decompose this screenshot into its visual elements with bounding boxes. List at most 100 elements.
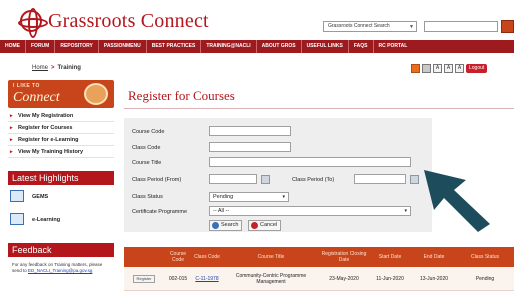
table-row: Register 002-015 C-11-1978 Community-Cen… [124, 267, 514, 291]
start-date-cell: 11-Jun-2020 [376, 275, 404, 282]
nav-item-faqs[interactable]: FAQS [349, 40, 374, 53]
calendar-icon[interactable] [261, 175, 270, 184]
breadcrumb-home-link[interactable]: Home [32, 65, 48, 71]
search-form-button-label: Search [221, 222, 239, 228]
breadcrumb: Home > Training [32, 65, 81, 71]
register-cell: Register [124, 267, 164, 290]
banner-illustration [84, 83, 108, 105]
site-logo-text[interactable]: Grassroots Connect [48, 10, 209, 33]
latest-highlights-heading: Latest Highlights [8, 171, 114, 185]
nav-item-about-gros[interactable]: ABOUT GROS [257, 40, 302, 53]
highlight-elearning-label: e-Learning [32, 217, 61, 223]
chevron-down-icon: ▼ [409, 24, 414, 30]
sidebar-menu: View My Registration Register for Course… [8, 110, 114, 158]
class-status-cell: Pending [475, 275, 495, 282]
class-code-input[interactable] [209, 142, 291, 152]
course-code-cell: 002-015 [168, 275, 188, 282]
sidebar-item-register-elearning[interactable]: Register for e-Learning [8, 134, 114, 146]
search-button[interactable] [501, 20, 514, 33]
column-header-course-title: Course Title [257, 254, 285, 260]
column-header-start-date: Start Date [378, 254, 402, 260]
nav-item-rc-portal[interactable]: RC PORTAL [374, 40, 413, 53]
course-title-label: Course Title [132, 160, 162, 166]
sidebar-item-view-registration[interactable]: View My Registration [8, 110, 114, 122]
cert-programme-select[interactable]: -- All -- ▾ [209, 206, 411, 216]
nav-item-repository[interactable]: REPOSITORY [55, 40, 99, 53]
class-period-from-label: Class Period (From) [132, 177, 182, 183]
class-code-link[interactable]: C-11-1978 [192, 267, 222, 290]
table-header-row: Course Code Class Code Course Title Regi… [124, 247, 514, 267]
logo-icon [18, 8, 48, 38]
search-scope-value: Grassroots Connect Search [328, 23, 390, 29]
connect-banner[interactable]: I LIKE TO Connect [8, 80, 114, 108]
title-divider [124, 108, 514, 109]
page: Grassroots Connect Grassroots Connect Se… [0, 0, 514, 291]
class-code-label: Class Code [132, 145, 161, 151]
banner-title: Connect [13, 90, 60, 105]
banner-tagline: I LIKE TO [13, 83, 40, 89]
pointer-arrow-shape [424, 170, 490, 232]
course-code-label: Course Code [132, 129, 165, 135]
page-tools: A A A Logout [411, 64, 488, 73]
class-period-to-label: Class Period (To) [292, 177, 335, 183]
column-header-end-date: End Date [423, 254, 445, 260]
column-header-action [124, 247, 164, 267]
class-status-label: Class Status [132, 194, 163, 200]
cert-programme-value: -- All -- [213, 208, 230, 214]
magnifier-icon [212, 222, 219, 229]
font-medium-button[interactable]: A [444, 64, 453, 73]
font-small-button[interactable]: A [433, 64, 442, 73]
highlight-gems-label: GEMS [32, 194, 49, 200]
breadcrumb-separator: > [51, 65, 55, 71]
main-nav: HOME FORUM REPOSITORY PASSIONMENU BEST P… [0, 40, 514, 53]
gems-icon [10, 190, 24, 202]
chevron-down-icon: ▾ [404, 208, 407, 214]
cert-programme-label: Certificate Programme [132, 209, 188, 215]
rss-icon[interactable] [411, 64, 420, 73]
sidebar-item-register-courses[interactable]: Register for Courses [8, 122, 114, 134]
highlight-elearning[interactable]: e-Learning [10, 213, 110, 227]
feedback-text: For any feedback on Training matters, pl… [12, 262, 112, 274]
class-period-from-input[interactable] [209, 174, 257, 184]
column-header-closing-date: Registration Closing Date [321, 251, 367, 263]
chevron-down-icon: ▾ [282, 194, 285, 200]
column-header-course-code: Course Code [169, 251, 187, 263]
register-button[interactable]: Register [132, 274, 156, 283]
column-header-class-code: Class Code [194, 254, 220, 260]
course-title-cell: Community-Centric Programme Management [235, 272, 307, 285]
nav-item-forum[interactable]: FORUM [26, 40, 56, 53]
cancel-button-label: Cancel [260, 222, 278, 228]
course-title-input[interactable] [209, 157, 411, 167]
courses-table: Course Code Class Code Course Title Regi… [124, 247, 514, 291]
print-icon[interactable] [422, 64, 431, 73]
page-title: Register for Courses [128, 88, 235, 103]
closing-date-cell: 23-May-2020 [329, 275, 359, 282]
elearning-icon [10, 213, 24, 225]
search-scope-select[interactable]: Grassroots Connect Search ▼ [323, 21, 417, 32]
sidebar-item-training-history[interactable]: View My Training History [8, 146, 114, 158]
nav-item-best-practices[interactable]: BEST PRACTICES [147, 40, 202, 53]
search-input[interactable] [424, 21, 498, 32]
cancel-button[interactable]: Cancel [248, 220, 282, 231]
column-header-class-status: Class Status [470, 254, 500, 260]
nav-item-useful-links[interactable]: USEFUL LINKS [302, 40, 349, 53]
course-search-form: Course Code Class Code Course Title Clas… [124, 118, 432, 232]
nav-item-training[interactable]: TRAINING@NACLI [201, 40, 257, 53]
pointer-arrow-icon [424, 170, 490, 232]
nav-item-home[interactable]: HOME [0, 40, 26, 53]
site-header: Grassroots Connect Grassroots Connect Se… [0, 0, 514, 40]
nav-item-passionmenu[interactable]: PASSIONMENU [99, 40, 147, 53]
class-status-select[interactable]: Pending ▾ [209, 192, 289, 202]
feedback-email-link[interactable]: ED_NACLI_Training@pa.gov.sg [28, 268, 92, 273]
cancel-icon [251, 222, 258, 229]
class-period-to-input[interactable] [354, 174, 406, 184]
end-date-cell: 13-Jun-2020 [419, 275, 449, 282]
feedback-heading: Feedback [8, 243, 114, 257]
course-code-input[interactable] [209, 126, 291, 136]
calendar-icon[interactable] [410, 175, 419, 184]
search-form-button[interactable]: Search [209, 220, 243, 231]
font-large-button[interactable]: A [455, 64, 464, 73]
class-status-value: Pending [213, 194, 234, 200]
logout-button[interactable]: Logout [466, 64, 488, 73]
highlight-gems[interactable]: GEMS [10, 190, 110, 204]
